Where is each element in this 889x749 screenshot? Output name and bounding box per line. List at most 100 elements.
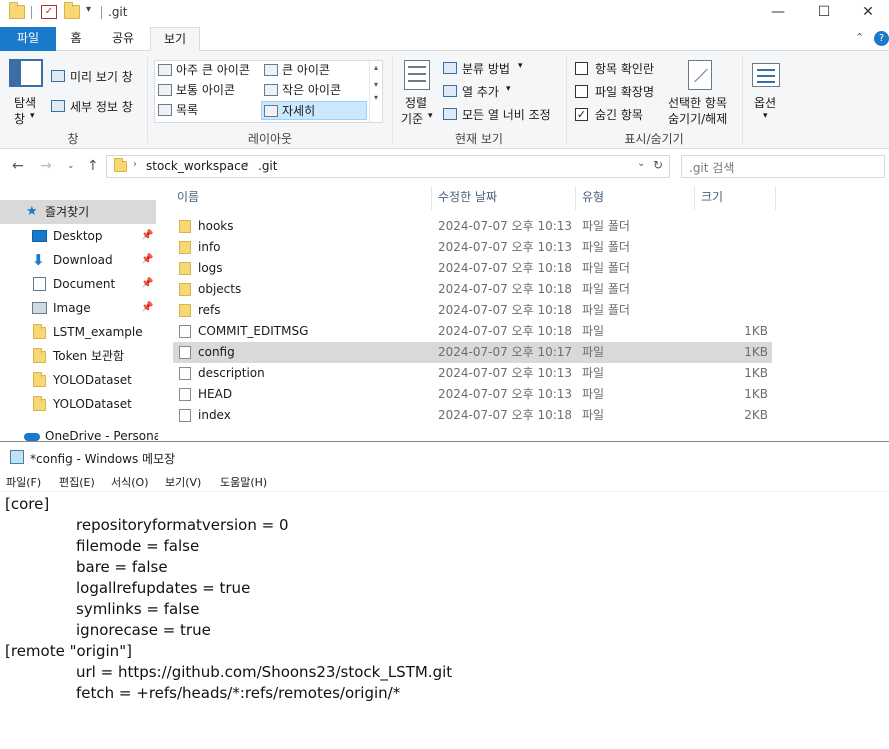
minimize-button[interactable]: — [755,0,801,27]
file-row-commit-editmsg[interactable]: COMMIT_EDITMSG 2024-07-07 오후 10:18 파일 1K… [173,321,772,342]
sidebar-item-token-vault[interactable]: Token 보관함 [0,344,156,368]
help-icon[interactable]: ? [874,31,889,46]
customize-quick-access-icon[interactable]: ▾ [86,4,91,15]
file-extensions-label[interactable]: 파일 확장명 [595,83,654,100]
tab-view[interactable]: 보기 [150,27,200,51]
fit-columns-button[interactable]: 모든 열 너비 조정 [462,106,551,123]
file-row-head[interactable]: HEAD 2024-07-07 오후 10:13 파일 1KB [173,384,772,405]
divider [742,57,743,143]
hide-selected-label-2[interactable]: 숨기기/해제 [668,110,727,127]
address-dropdown-icon[interactable]: ⌄ [637,158,645,169]
sidebar-item-image[interactable]: Image 📌 [0,296,156,320]
sidebar-item-label: YOLODataset [53,397,132,411]
folder-icon [33,372,46,387]
layout-extra-large-icons[interactable]: 아주 큰 아이콘 [156,61,262,80]
menu-help[interactable]: 도움말(H) [220,474,267,490]
hidden-items-label[interactable]: 숨긴 항목 [595,106,643,123]
item-checkboxes-checkbox[interactable] [575,62,588,75]
layout-list[interactable]: 목록 [156,101,262,120]
navigation-pane-icon[interactable] [9,59,43,87]
sidebar-item-onedrive[interactable]: OneDrive - Personal [0,424,158,441]
preview-pane-button[interactable]: 미리 보기 창 [70,68,133,85]
file-row-refs[interactable]: refs 2024-07-07 오후 10:18 파일 폴더 [173,300,772,321]
tab-home[interactable]: 홈 [56,27,96,51]
search-box[interactable]: .git 검색 [681,155,885,178]
star-icon: ★ [26,204,38,219]
file-row-logs[interactable]: logs 2024-07-07 오후 10:18 파일 폴더 [173,258,772,279]
menu-file[interactable]: 파일(F) [6,474,41,490]
sort-by-label-2[interactable]: 기준 [401,110,423,127]
menu-view[interactable]: 보기(V) [165,474,201,490]
pin-icon[interactable]: 📌 [141,296,153,320]
sort-by-label-1[interactable]: 정렬 [405,94,427,111]
refresh-icon[interactable]: ↻ [653,158,663,172]
up-arrow-icon[interactable]: ↑ [87,158,99,174]
layout-details[interactable]: 자세히 [261,101,367,120]
properties-icon[interactable]: ✓ [41,5,57,19]
text-line: fetch = +refs/heads/*:refs/remotes/origi… [76,684,401,702]
details-pane-button[interactable]: 세부 정보 창 [70,98,133,115]
breadcrumb-stock-workspace[interactable]: stock_workspace [146,159,248,173]
column-header-modified[interactable]: 수정한 날짜 [432,186,576,210]
pin-icon[interactable]: 📌 [141,248,153,272]
hide-selected-label-1[interactable]: 선택한 항목 [668,94,727,111]
forward-arrow-icon[interactable]: → [40,158,52,174]
sidebar-item-yolodataset-1[interactable]: YOLODataset [0,368,156,392]
recent-locations-icon[interactable]: ⌄ [67,161,75,171]
navigation-pane-label-1[interactable]: 탐색 [14,94,36,111]
tab-share[interactable]: 공유 [98,27,148,51]
download-arrow-icon: ⬇ [32,251,45,269]
pin-icon[interactable]: 📌 [141,272,153,296]
column-header-name[interactable]: 이름 [171,186,432,210]
file-row-config[interactable]: config 2024-07-07 오후 10:17 파일 1KB [173,342,772,363]
file-row-description[interactable]: description 2024-07-07 오후 10:13 파일 1KB [173,363,772,384]
sidebar-item-yolodataset-2[interactable]: YOLODataset [0,392,156,416]
menu-format[interactable]: 서식(O) [111,474,148,490]
back-arrow-icon[interactable]: ← [12,158,24,174]
sidebar-item-download[interactable]: ⬇ Download 📌 [0,248,156,272]
add-columns-button[interactable]: 열 추가 [462,83,499,100]
group-by-icon [443,62,457,74]
item-checkboxes-label[interactable]: 항목 확인란 [595,60,654,77]
close-button[interactable]: ✕ [845,0,889,27]
breadcrumb-git[interactable]: .git [258,159,277,173]
menu-edit[interactable]: 편집(E) [59,474,95,490]
address-bar[interactable]: › stock_workspace › .git ⌄ ↻ [106,155,670,178]
new-folder-icon[interactable] [64,2,80,19]
sidebar-item-quick-access[interactable]: ★ 즐겨찾기 [0,200,156,224]
sidebar-item-document[interactable]: Document 📌 [0,272,156,296]
text-line: [remote "origin"] [5,642,132,660]
file-row-info[interactable]: info 2024-07-07 오후 10:13 파일 폴더 [173,237,772,258]
column-header-size[interactable]: 크기 [695,186,776,210]
address-row: ← → ⌄ ↑ › stock_workspace › .git ⌄ ↻ .gi… [0,150,889,184]
sidebar-item-lstm-example[interactable]: LSTM_example [0,320,156,344]
layout-small-icons[interactable]: 작은 아이콘 [262,81,368,100]
text-line: repositoryformatversion = 0 [76,516,289,534]
options-button[interactable]: 옵션 [754,94,776,111]
chevron-down-icon: ▾ [30,111,35,121]
layout-large-icons[interactable]: 큰 아이콘 [262,61,368,80]
pin-icon[interactable]: 📌 [141,224,153,248]
document-icon [33,277,46,291]
file-row-hooks[interactable]: hooks 2024-07-07 오후 10:13 파일 폴더 [173,216,772,237]
notepad-text-area[interactable]: [core] repositoryformatversion = 0 filem… [0,491,889,749]
hide-selected-icon[interactable] [688,60,712,90]
tab-file[interactable]: 파일 [0,27,56,51]
gallery-scroll[interactable]: ▴ ▾ ▾ [369,61,382,122]
file-extensions-checkbox[interactable] [575,85,588,98]
navigation-pane-label-2[interactable]: 창 [14,110,25,127]
group-by-button[interactable]: 분류 방법 [462,60,510,77]
column-header-type[interactable]: 유형 [576,186,695,210]
sort-by-icon[interactable] [404,60,430,90]
collapse-ribbon-icon[interactable]: ⌃ [855,31,864,44]
layout-medium-icons[interactable]: 보통 아이콘 [156,81,262,100]
hidden-items-checkbox[interactable]: ✓ [575,108,588,121]
extra-large-icons-icon [158,64,172,76]
maximize-button[interactable]: ☐ [801,0,847,27]
sidebar-item-desktop[interactable]: Desktop 📌 [0,224,156,248]
file-row-index[interactable]: index 2024-07-07 오후 10:18 파일 2KB [173,405,772,426]
file-size: 1KB [744,387,768,401]
options-icon[interactable] [752,63,780,87]
file-row-objects[interactable]: objects 2024-07-07 오후 10:18 파일 폴더 [173,279,772,300]
search-placeholder[interactable]: .git 검색 [689,159,734,176]
